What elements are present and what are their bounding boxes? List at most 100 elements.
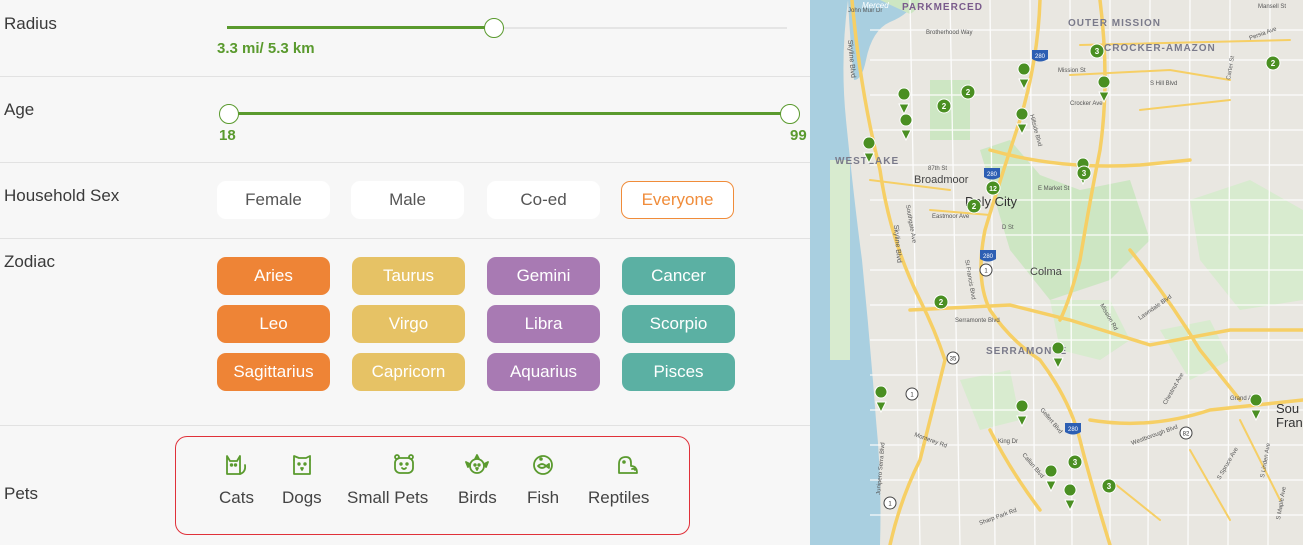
fish-icon: [533, 455, 553, 475]
zodiac-libra[interactable]: Libra: [487, 305, 600, 343]
map-cluster-count: 2: [942, 102, 947, 111]
sex-option-everyone[interactable]: Everyone: [621, 181, 734, 219]
map-road-label: Southgate Ave: [904, 204, 917, 244]
zodiac-scorpio[interactable]: Scorpio: [622, 305, 735, 343]
pet-label: Dogs: [282, 488, 322, 507]
svg-text:280: 280: [1035, 54, 1046, 60]
map-road-label: E Market St: [1038, 186, 1070, 192]
divider: [0, 425, 810, 426]
map-road-label: S Hill Blvd: [1150, 81, 1177, 87]
pet-label: Fish: [527, 488, 560, 507]
reptile-icon: [618, 456, 639, 474]
sex-option-coed[interactable]: Co-ed: [487, 181, 600, 219]
map-marker-pin: [1063, 483, 1077, 512]
map-road-label: Mansell St: [1258, 4, 1286, 10]
zodiac-aries[interactable]: Aries: [217, 257, 330, 295]
bird-icon: [465, 454, 490, 474]
zodiac-capricorn[interactable]: Capricorn: [352, 353, 465, 391]
zodiac-cancer[interactable]: Cancer: [622, 257, 735, 295]
map-cluster-count: 3: [1082, 169, 1087, 178]
map-road-label: 87th St: [928, 166, 947, 172]
map-cluster-count: 2: [966, 88, 971, 97]
radius-value: 3.3 mi/ 5.3 km: [217, 40, 315, 57]
map-marker-pin: [874, 385, 888, 414]
zodiac-aquarius[interactable]: Aquarius: [487, 353, 600, 391]
zodiac-gemini[interactable]: Gemini: [487, 257, 600, 295]
hamster-icon: [393, 454, 414, 474]
map-road-label: Skyline Blvd: [892, 225, 902, 264]
map-cluster-count: 2: [1271, 59, 1276, 68]
zodiac-pisces[interactable]: Pisces: [622, 353, 735, 391]
map-label-colma: Colma: [1030, 266, 1063, 278]
map-road-label: Crocker Ave: [1070, 101, 1103, 107]
map-road-label: Lawndale Blvd: [1138, 294, 1173, 321]
radius-slider-thumb[interactable]: [484, 18, 504, 38]
household-sex-label: Household Sex: [4, 186, 120, 205]
pet-option-dogs[interactable]: Dogs: [282, 452, 322, 508]
map-road-label: Sharp Park Rd: [979, 508, 1018, 527]
map-road-label: St Francis Blvd: [963, 259, 976, 300]
radius-label: Radius: [4, 14, 57, 33]
map-cluster-count: 12: [989, 186, 997, 193]
map-cluster-count: 3: [1073, 458, 1078, 467]
divider: [0, 238, 810, 239]
map-marker-pin: [899, 113, 913, 142]
zodiac-taurus[interactable]: Taurus: [352, 257, 465, 295]
svg-text:280: 280: [987, 172, 998, 178]
map-road-label: Chestnut Ave: [1163, 372, 1186, 406]
svg-text:35: 35: [950, 357, 957, 363]
svg-text:280: 280: [1068, 427, 1079, 433]
radius-slider-fill: [227, 26, 495, 29]
map-cluster-count: 2: [972, 202, 977, 211]
map-road-label: Callan Blvd: [1020, 452, 1044, 479]
sex-option-male[interactable]: Male: [351, 181, 464, 219]
pet-label: Birds: [458, 488, 497, 507]
map-cluster-count: 2: [939, 298, 944, 307]
zodiac-sagittarius[interactable]: Sagittarius: [217, 353, 330, 391]
map-road-label: Westborough Blvd: [1131, 425, 1179, 447]
zodiac-label: Zodiac: [4, 252, 56, 271]
zodiac-leo[interactable]: Leo: [217, 305, 330, 343]
map-water-label: Merced: [862, 1, 889, 10]
map-road-label: Mission St: [1058, 68, 1086, 74]
map-label-parkmerced: PARKMERCED: [902, 2, 983, 13]
map-road-label: Gellert Blvd: [1038, 407, 1063, 435]
zodiac-virgo[interactable]: Virgo: [352, 305, 465, 343]
pet-label: Reptiles: [588, 488, 650, 507]
age-label: Age: [4, 100, 35, 119]
pets-label: Pets: [4, 484, 39, 503]
map-road-label: D St: [1002, 225, 1014, 231]
map-label-south-sf: Sou: [1276, 401, 1299, 416]
map-road-label: Eastmoor Ave: [932, 214, 970, 220]
map-road-label: King Dr: [998, 439, 1018, 445]
svg-text:280: 280: [983, 254, 994, 260]
map-marker-pin: [897, 87, 911, 116]
age-min-value: 18: [219, 127, 236, 144]
pet-option-fish[interactable]: Fish: [527, 452, 559, 508]
map-road-label: Carter St: [1226, 55, 1236, 80]
map-road-label: Brotherhood Way: [926, 30, 972, 36]
sex-option-female[interactable]: Female: [217, 181, 330, 219]
pet-option-birds[interactable]: Birds: [458, 452, 497, 508]
svg-text:82: 82: [1183, 432, 1190, 438]
divider: [0, 76, 810, 77]
map-label-south-sf: Fran: [1276, 415, 1303, 430]
map-cluster-count: 3: [1107, 482, 1112, 491]
age-slider-fill: [229, 112, 791, 115]
pet-label: Cats: [219, 488, 254, 507]
pet-option-small-pets[interactable]: Small Pets: [347, 452, 428, 508]
map-road-label: S Linden Ave: [1260, 442, 1272, 478]
map-road-label: Serramonte Blvd: [955, 318, 1000, 324]
pet-option-reptiles[interactable]: Reptiles: [588, 452, 649, 508]
map-marker-pin: [1044, 464, 1058, 493]
cat-icon: [226, 455, 247, 475]
map-label-crocker-amazon: CROCKER-AMAZON: [1104, 43, 1216, 54]
age-min-thumb[interactable]: [219, 104, 239, 124]
map-cluster-count: 3: [1095, 47, 1100, 56]
age-max-thumb[interactable]: [780, 104, 800, 124]
pet-option-cats[interactable]: Cats: [219, 452, 254, 508]
map-label-broadmoor: Broadmoor: [914, 174, 969, 186]
results-map[interactable]: PARKMERCED OUTER MISSION CROCKER-AMAZON …: [810, 0, 1303, 545]
map-label-outer-mission: OUTER MISSION: [1068, 18, 1161, 29]
divider: [0, 162, 810, 163]
